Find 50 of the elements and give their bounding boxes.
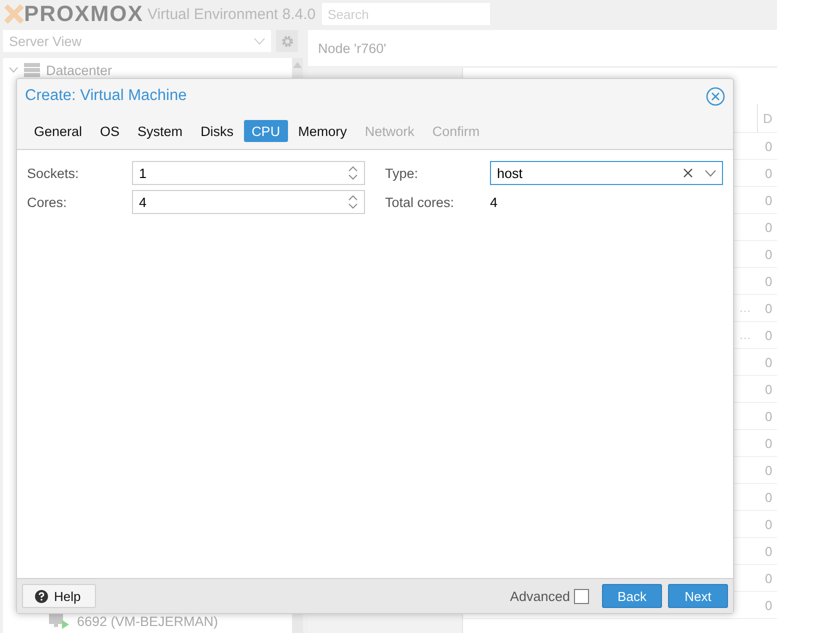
chevron-down-icon: [254, 38, 265, 44]
settings-icon: [280, 34, 294, 48]
tab[interactable]: Disks: [192, 120, 242, 142]
spinner-icon[interactable]: [348, 165, 358, 181]
table-cell-text: 0: [765, 328, 774, 342]
chevron-down-icon[interactable]: [705, 170, 716, 176]
table-cell-text: 0: [765, 220, 774, 234]
type-dropdown[interactable]: host: [490, 161, 723, 185]
number-field[interactable]: 1: [132, 161, 365, 185]
help-icon: [35, 590, 48, 602]
close-button[interactable]: [706, 86, 725, 106]
table-cell-text: 0: [765, 382, 774, 396]
tab[interactable]: OS: [92, 120, 128, 142]
table-cell-text: 0: [765, 516, 774, 532]
tab[interactable]: Memory: [290, 120, 355, 142]
node-title: Node 'r760': [318, 40, 386, 56]
table-cell-text: 0: [765, 570, 774, 586]
field-value: 4: [490, 194, 498, 210]
spinner-icon[interactable]: [348, 194, 358, 210]
dialog-title: Create: Virtual Machine: [25, 87, 187, 105]
tab[interactable]: General: [26, 120, 90, 142]
table-cell-text: 0: [765, 300, 774, 316]
help-button[interactable]: Help: [22, 584, 96, 608]
field-label: Total cores:: [385, 194, 456, 210]
table-cell-text: 0: [765, 462, 774, 478]
table-cell: …: [739, 301, 751, 315]
table-cell-text: 0: [765, 166, 774, 180]
table-cell-text: 0: [765, 408, 774, 424]
table-cell-text: 0: [765, 544, 774, 558]
logo: PROXMOX: [4, 1, 144, 27]
table-cell-text: 0: [765, 274, 774, 288]
table-cell-text: 0: [765, 192, 774, 208]
tab[interactable]: System: [130, 120, 191, 142]
table-cell: …: [739, 328, 751, 342]
table-cell-text: 0: [765, 436, 774, 450]
number-field[interactable]: 4: [132, 190, 365, 214]
x-icon: [4, 4, 24, 24]
table-cell-text: 0: [765, 490, 774, 504]
field-label: Cores:: [27, 194, 68, 210]
table-cell-text: 0: [765, 246, 774, 262]
field-label: Type:: [385, 166, 420, 180]
chevron-icon[interactable]: [9, 67, 18, 73]
advanced-label: Advanced: [510, 588, 570, 604]
table-cell-text: 0: [765, 138, 774, 154]
table-cell-text: 0: [765, 354, 774, 370]
table-cell-text: 0: [765, 598, 774, 612]
advanced-checkbox[interactable]: [574, 588, 589, 604]
version-label: Virtual Environment 8.4.0: [147, 6, 316, 22]
clear-icon[interactable]: [683, 168, 693, 178]
field-label: Sockets:: [27, 166, 80, 180]
